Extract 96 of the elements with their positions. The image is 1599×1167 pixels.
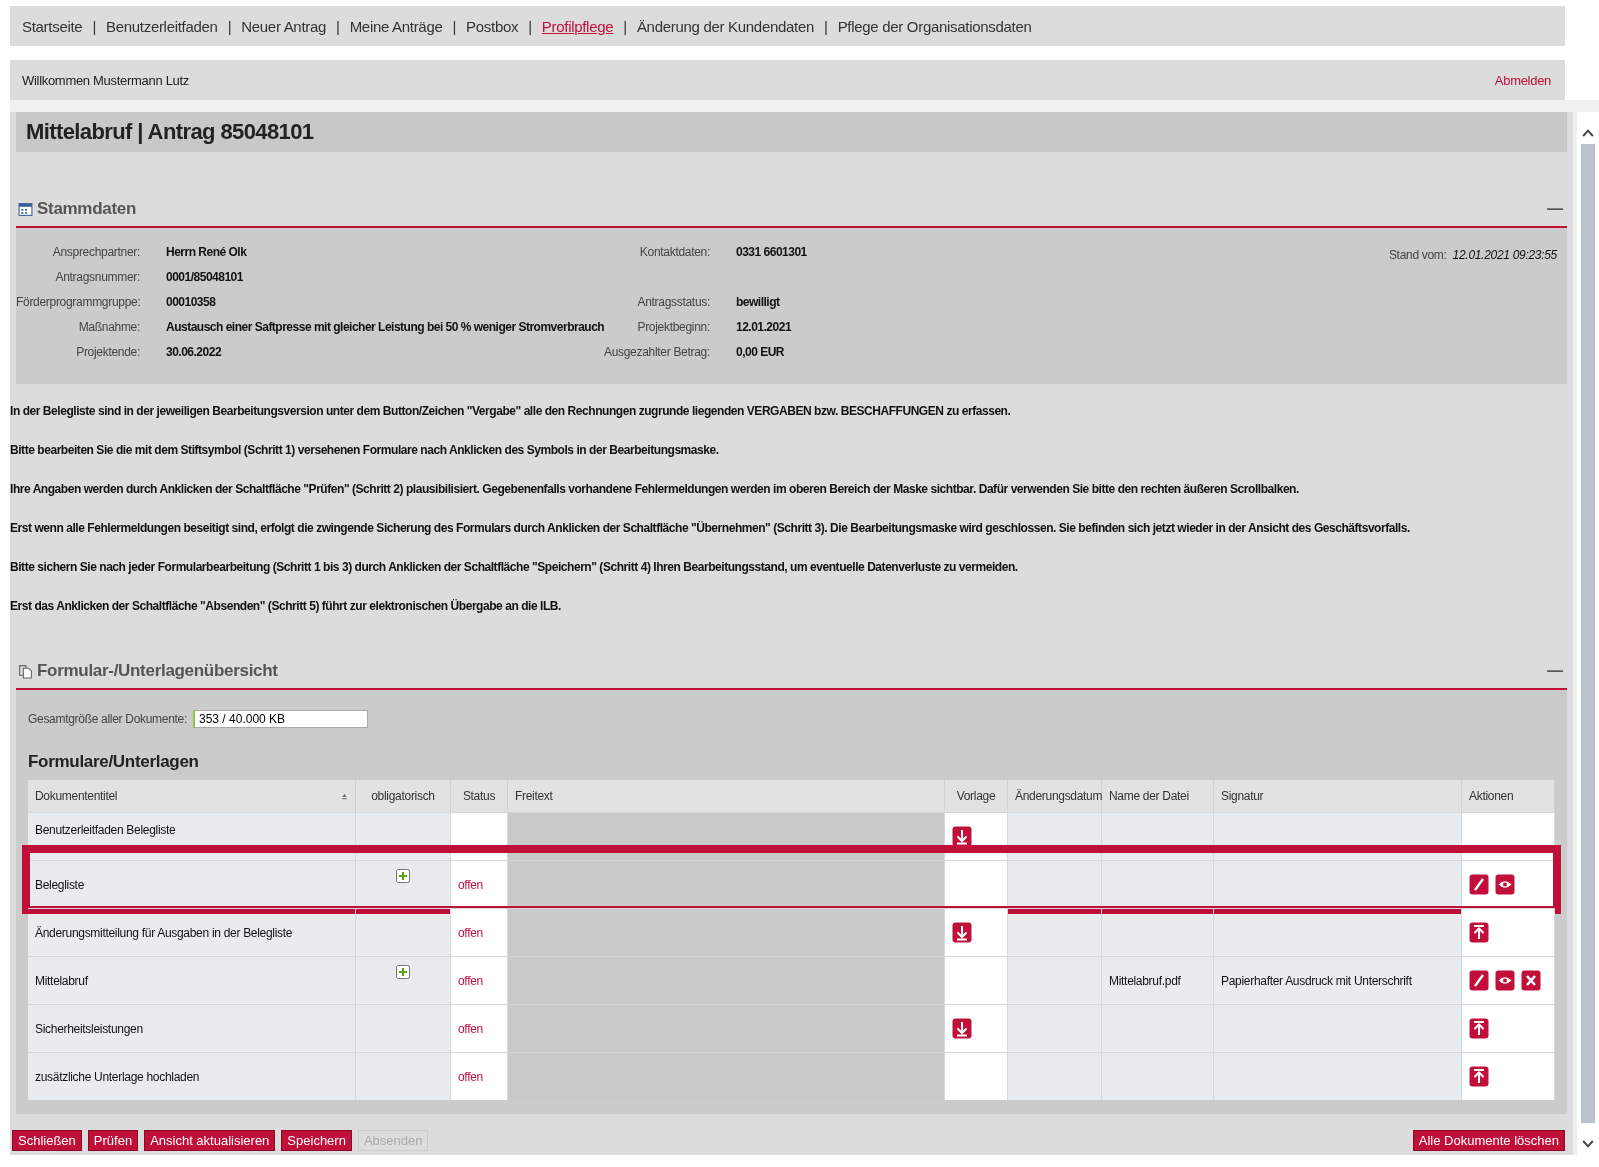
collapse-button[interactable]: —: [1543, 200, 1567, 218]
instruction-text: Bitte sichern Sie nach jeder Formularbearbeitung (Schritt 1 bis 3) durch Anklicken der Schaltfläche "Speichern" (Schritt 4) Ihren Bearbeitungsstand, um eventuelle Datenverluste zu vermeiden.: [10, 559, 1019, 576]
status-text: offen: [458, 973, 483, 988]
table-title: Formulare/Unterlagen: [28, 752, 200, 772]
nav-separator: |: [227, 17, 232, 35]
signature-text: Papierhafter Ausdruck mit Unterschrift: [1221, 973, 1412, 988]
nav-separator: |: [452, 17, 457, 35]
upload-icon[interactable]: [1469, 1017, 1489, 1040]
field-label: Kontaktdaten:: [638, 244, 711, 259]
table-cell: Mittelabruf: [28, 957, 356, 1004]
edit-pencil-icon[interactable]: [1469, 873, 1489, 896]
column-header: Aktionen: [1462, 780, 1555, 812]
field-label: Antragsstatus:: [636, 294, 711, 309]
file-name: Mittelabruf.pdf: [1109, 973, 1181, 988]
nav-link[interactable]: Benutzerleitfaden: [106, 17, 218, 35]
eye-icon[interactable]: [1495, 969, 1515, 992]
table-cell: Belegliste: [28, 861, 356, 908]
field-value: Austausch einer Saftpresse mit gleicher Leistung bei 50 % weniger Stromverbrauch: [166, 319, 605, 334]
scroll-up-icon[interactable]: [1582, 128, 1594, 138]
status-text: offen: [458, 1021, 483, 1036]
download-icon[interactable]: [952, 921, 972, 944]
field-label: Maßnahme:: [77, 319, 141, 334]
table-cell: Sicherheitsleistungen: [28, 1005, 356, 1052]
field-value: 12.01.2021: [736, 319, 792, 334]
column-header: Name der Datei: [1102, 780, 1214, 812]
field-label: Ausgezahlter Betrag:: [602, 344, 711, 359]
nav-separator: |: [528, 17, 532, 35]
edit-pencil-icon[interactable]: [1469, 969, 1489, 992]
table-icon: [18, 201, 33, 217]
status-text: offen: [458, 877, 483, 892]
download-icon[interactable]: [952, 1017, 972, 1040]
nav-link[interactable]: Änderung der Kundendaten: [636, 17, 814, 35]
field-value: 30.06.2022: [166, 344, 222, 359]
section-title: Stammdaten: [37, 199, 137, 219]
nav-link[interactable]: Startseite: [22, 17, 83, 35]
field-value: bewilligt: [736, 294, 780, 309]
download-icon[interactable]: [952, 825, 972, 848]
instruction-text: Erst wenn alle Fehlermeldungen beseitigt sind, erfolgt die zwingende Sicherung des Formulars durch Anklicken der Schaltfläche "Übernehmen" (Schritt 3). Die Bearbeitungsmaske wird geschlossen. Sie befinden sich jetzt wieder in der Ansicht des Geschäftsvorfalls.: [10, 520, 1411, 537]
instruction-text: Erst das Anklicken der Schaltfläche "Absenden" (Schritt 5) führt zur elektronischen Übergabe an die ILB.: [10, 598, 562, 615]
field-value: 0001/85048101: [166, 269, 243, 284]
field-label: Förderprogrammgruppe:: [16, 294, 142, 309]
column-header: Signatur: [1214, 780, 1462, 812]
page-title: Mittelabruf | Antrag 85048101: [16, 112, 1567, 152]
collapse-button[interactable]: —: [1543, 662, 1567, 680]
action-button[interactable]: Schließen: [12, 1130, 82, 1151]
field-value: 00010358: [166, 294, 216, 309]
delete-all-button[interactable]: Alle Dokumente löschen: [1412, 1130, 1565, 1151]
timestamp: 12.01.2021 09:23:55: [1452, 248, 1557, 262]
upload-icon[interactable]: [1469, 921, 1489, 944]
welcome-text: Willkommen Mustermann Lutz: [22, 72, 190, 88]
upload-icon[interactable]: [1469, 1065, 1489, 1088]
nav-link[interactable]: Meine Anträge: [349, 17, 443, 35]
field-label: Projektende:: [75, 344, 141, 359]
action-button[interactable]: Speichern: [281, 1130, 352, 1151]
field-label: Ansprechpartner:: [51, 244, 141, 259]
nav-link[interactable]: Postbox: [466, 17, 519, 35]
nav-separator: |: [824, 17, 828, 35]
sort-icon[interactable]: [341, 792, 348, 800]
field-value: Herrn René Olk: [166, 244, 247, 259]
field-value: 0331 6601301: [736, 244, 807, 259]
action-button[interactable]: Ansicht aktualisieren: [144, 1130, 276, 1151]
plus-icon[interactable]: [396, 869, 410, 883]
instruction-text: In der Belegliste sind in der jeweiligen Bearbeitungsversion unter dem Button/Zeichen "Vergabe" alle den Rechnungen zugrunde liegenden VERGABEN bzw. BESCHAFFUNGEN zu erfassen.: [10, 403, 1012, 420]
field-label: Stand vom:: [1388, 248, 1447, 262]
table-cell: Änderungsmitteilung für Ausgaben in der Belegliste: [28, 909, 356, 956]
nav-link[interactable]: Neuer Antrag: [241, 17, 327, 35]
column-header: Freitext: [508, 780, 945, 812]
status-text: offen: [458, 925, 483, 940]
status-text: offen: [458, 1069, 483, 1084]
table-cell: Benutzerleitfaden Belegliste: [28, 813, 356, 860]
nav-separator: |: [92, 17, 96, 35]
column-header: Status: [451, 780, 508, 812]
scroll-down-icon[interactable]: [1582, 1139, 1594, 1149]
instruction-text: Bitte bearbeiten Sie die mit dem Stiftsymbol (Schritt 1) versehenen Formulare nach Anklicken des Symbols in der Bearbeitungsmaske.: [10, 442, 720, 459]
nav-separator: |: [336, 17, 340, 35]
nav-link[interactable]: Profilpflege: [541, 17, 614, 35]
scrollbar[interactable]: [1577, 112, 1599, 1155]
documents-icon: [18, 663, 33, 679]
field-label: Gesamtgröße aller Dokumente:: [28, 712, 187, 726]
instruction-text: Ihre Angaben werden durch Anklicken der Schaltfläche "Prüfen" (Schritt 2) plausibilisiert. Gegebenenfalls vorhandene Fehlermeldungen werden im oberen Bereich der Maske sichtbar. Dafür verwenden Sie bitte den rechten äußeren Scrollbalken.: [10, 481, 1300, 498]
field-value: 0,00 EUR: [736, 344, 785, 359]
column-header: Dokumententitel: [28, 780, 356, 812]
nav-separator: |: [623, 17, 627, 35]
field-label: Antragsnummer:: [54, 269, 141, 284]
section-title: Formular-/Unterlagenübersicht: [37, 661, 278, 681]
logout-link[interactable]: Abmelden: [1494, 72, 1551, 88]
column-header: obligatorisch: [356, 780, 451, 812]
column-header: Änderungsdatum: [1008, 780, 1102, 812]
plus-icon[interactable]: [396, 965, 410, 979]
nav-link[interactable]: Pflege der Organisationsdaten: [837, 17, 1032, 35]
delete-icon[interactable]: [1521, 969, 1541, 992]
table-cell: zusätzliche Unterlage hochladen: [28, 1053, 356, 1100]
eye-icon[interactable]: [1495, 873, 1515, 896]
action-button[interactable]: Prüfen: [87, 1130, 139, 1151]
column-header: Vorlage: [945, 780, 1008, 812]
total-size-field[interactable]: 353 / 40.000 KB: [193, 710, 368, 728]
